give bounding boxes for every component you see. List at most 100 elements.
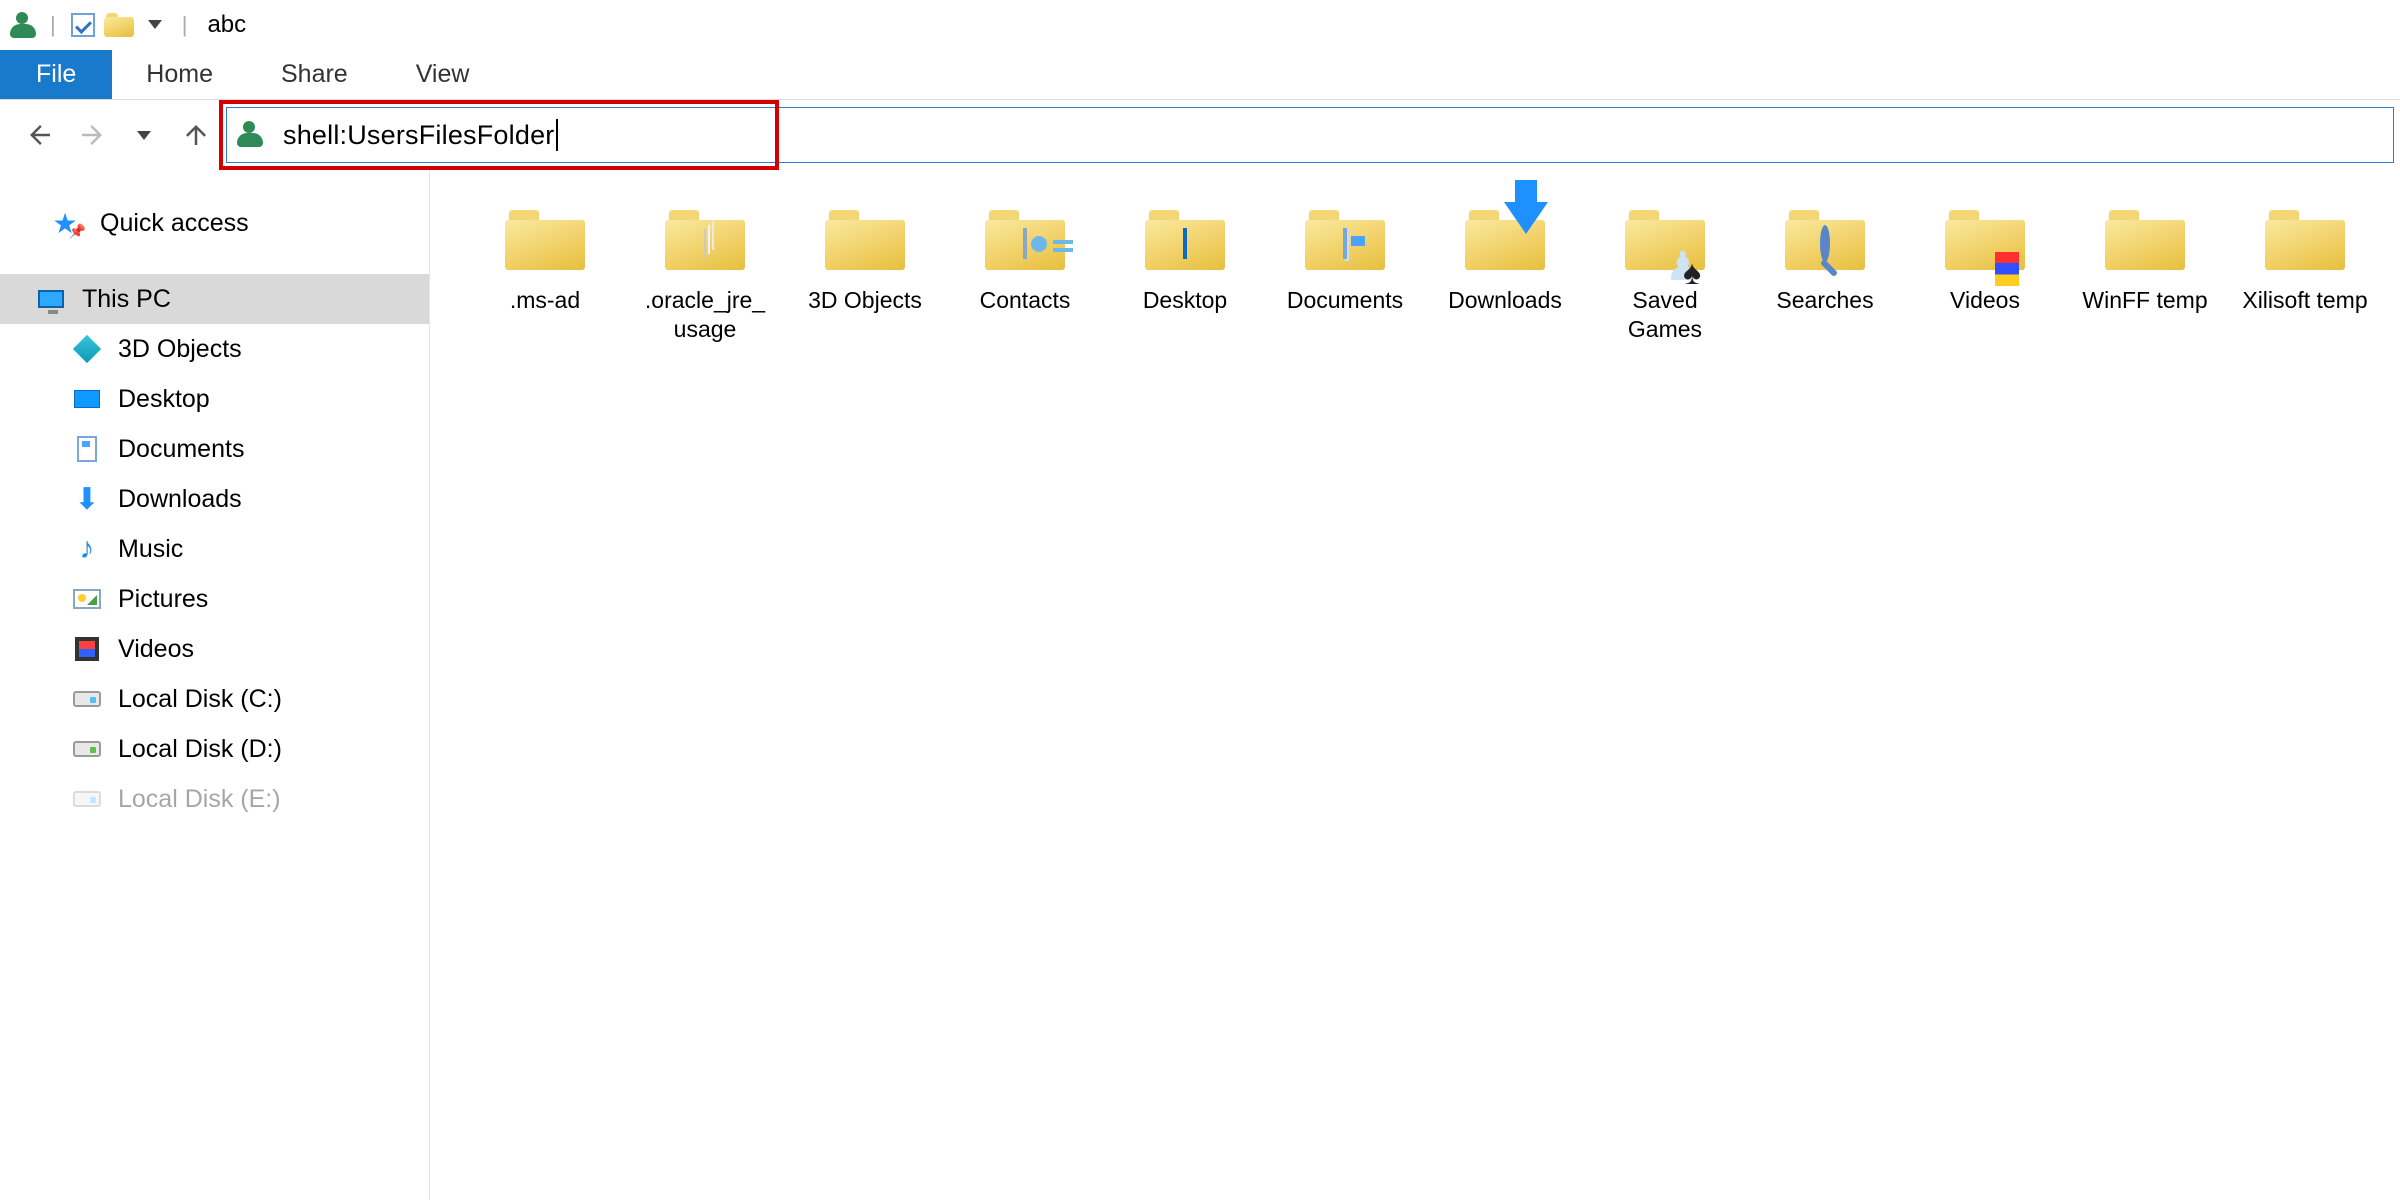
item-label: .ms-ad [510,286,580,315]
explorer-body: ★ Quick access This PC 3D Objects Deskto… [0,170,2400,1200]
download-overlay-icon [1504,234,1548,262]
ribbon: File Home Share View [0,50,2400,100]
tree-label: This PC [82,285,171,314]
this-pc-icon [36,284,66,314]
paper-overlay-icon [704,230,706,258]
item-label: Videos [1950,286,2020,315]
item-label: Downloads [1448,286,1562,315]
documents-icon [72,434,102,464]
tree-item-3d-objects[interactable]: 3D Objects [0,324,429,374]
drive-icon [72,684,102,714]
recent-locations-button[interactable] [122,113,166,157]
arrow-left-icon [25,120,55,150]
chevron-down-icon [137,131,151,140]
search-overlay-icon [1820,230,1830,258]
tree-label: Downloads [118,485,242,514]
videos-icon [72,634,102,664]
folder-item[interactable]: .ms-ad [480,200,610,344]
item-label: Xilisoft temp [2242,286,2367,315]
forward-button[interactable] [70,113,114,157]
up-button[interactable] [174,113,218,157]
folder-icon [825,210,905,270]
folder-icon [2105,210,2185,270]
qat-dropdown-icon[interactable] [140,10,170,40]
tree-item-music[interactable]: ♪ Music [0,524,429,574]
drive-icon [72,784,102,814]
folder-item[interactable]: Videos [1920,200,2050,344]
properties-qat-icon[interactable] [68,10,98,40]
tree-this-pc[interactable]: This PC [0,274,429,324]
address-bar[interactable]: shell:UsersFilesFolder [226,107,2394,163]
tree-quick-access[interactable]: ★ Quick access [0,198,429,248]
tree-label: Desktop [118,385,210,414]
tree-label: Music [118,535,183,564]
folder-item[interactable]: Xilisoft temp [2240,200,2370,344]
tree-item-videos[interactable]: Videos [0,624,429,674]
tree-label: Local Disk (D:) [118,735,282,764]
document-overlay-icon [1343,230,1347,258]
item-grid: .ms-ad .oracle_jre_usage 3D Objects [480,200,2390,344]
home-tab[interactable]: Home [112,50,247,99]
music-icon: ♪ [72,534,102,564]
separator: | [44,12,62,38]
separator: | [176,12,194,38]
new-folder-qat-icon[interactable] [104,10,134,40]
address-bar-text[interactable]: shell:UsersFilesFolder [283,120,554,151]
tree-item-disk-d[interactable]: Local Disk (D:) [0,724,429,774]
quick-access-icon: ★ [50,208,80,238]
arrow-up-icon [181,120,211,150]
tree-item-desktop[interactable]: Desktop [0,374,429,424]
downloads-icon: ⬇ [72,484,102,514]
tree-item-pictures[interactable]: Pictures [0,574,429,624]
item-label: .oracle_jre_usage [640,286,770,344]
item-label: Desktop [1143,286,1227,315]
item-label: Documents [1287,286,1403,315]
folder-item[interactable]: .oracle_jre_usage [640,200,770,344]
window-title: abc [199,11,246,39]
desktop-icon [72,384,102,414]
folder-item[interactable]: Saved Games [1600,200,1730,344]
text-caret [556,119,558,151]
tree-label: Quick access [100,209,249,238]
tree-label: 3D Objects [118,335,242,364]
item-label: Saved Games [1600,286,1730,344]
item-label: WinFF temp [2082,286,2207,315]
folder-item[interactable]: Searches [1760,200,1890,344]
content-pane[interactable]: .ms-ad .oracle_jre_usage 3D Objects [430,170,2400,1200]
item-label: Searches [1776,286,1873,315]
view-tab[interactable]: View [382,50,504,99]
share-tab[interactable]: Share [247,50,382,99]
arrow-right-icon [77,120,107,150]
pictures-icon [72,584,102,614]
item-label: Contacts [980,286,1071,315]
drive-icon [72,734,102,764]
tree-label: Videos [118,635,194,664]
tree-label: Local Disk (E:) [118,785,281,814]
folder-item[interactable]: Contacts [960,200,1090,344]
item-label: 3D Objects [808,286,922,315]
folder-item[interactable]: Downloads [1440,200,1570,344]
tree-label: Local Disk (C:) [118,685,282,714]
user-icon [8,10,38,40]
title-bar: | | abc [0,0,2400,50]
desktop-overlay-icon [1183,230,1187,258]
contact-overlay-icon [1023,230,1027,258]
folder-item[interactable]: 3D Objects [800,200,930,344]
folder-item[interactable]: Desktop [1120,200,1250,344]
folder-icon [2265,210,2345,270]
user-folder-icon [237,121,265,149]
folder-item[interactable]: WinFF temp [2080,200,2210,344]
tree-label: Pictures [118,585,208,614]
back-button[interactable] [18,113,62,157]
tree-item-downloads[interactable]: ⬇ Downloads [0,474,429,524]
tree-item-documents[interactable]: Documents [0,424,429,474]
tree-item-disk-e[interactable]: Local Disk (E:) [0,774,429,824]
tree-item-disk-c[interactable]: Local Disk (C:) [0,674,429,724]
cube-icon [72,334,102,364]
file-tab[interactable]: File [0,50,112,99]
tree-label: Documents [118,435,244,464]
folder-icon [505,210,585,270]
navigation-pane[interactable]: ★ Quick access This PC 3D Objects Deskto… [0,170,430,1200]
navigation-bar: shell:UsersFilesFolder [0,100,2400,170]
folder-item[interactable]: Documents [1280,200,1410,344]
